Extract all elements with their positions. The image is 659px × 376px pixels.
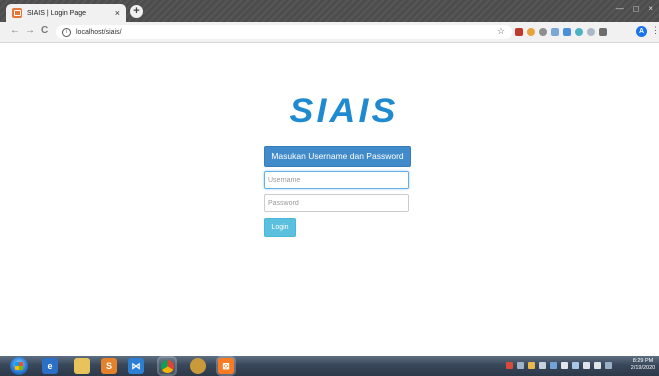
tray-app-icon[interactable] bbox=[539, 362, 546, 369]
extension-icon[interactable] bbox=[587, 28, 595, 36]
paint-icon[interactable] bbox=[190, 358, 206, 374]
tray-app-icon[interactable] bbox=[517, 362, 524, 369]
tray-app-icon[interactable] bbox=[561, 362, 568, 369]
tray-app-icon[interactable] bbox=[506, 362, 513, 369]
volume-icon[interactable] bbox=[594, 362, 601, 369]
extension-icon[interactable] bbox=[563, 28, 571, 36]
browser-tab-strip: SIAIS | Login Page × + — ◻ × bbox=[0, 0, 659, 22]
clock-time: 8:29 PM bbox=[632, 358, 654, 364]
close-window-icon[interactable]: × bbox=[648, 4, 653, 13]
system-tray bbox=[506, 362, 612, 369]
extension-icon[interactable] bbox=[575, 28, 583, 36]
tab-title: SIAIS | Login Page bbox=[27, 9, 87, 17]
chrome-icon[interactable] bbox=[159, 358, 175, 374]
network-icon[interactable] bbox=[572, 362, 579, 369]
vscode-icon[interactable]: ⋈ bbox=[128, 358, 144, 374]
tray-app-icon[interactable] bbox=[528, 362, 535, 369]
extension-icon[interactable] bbox=[539, 28, 547, 36]
new-tab-button[interactable]: + bbox=[130, 5, 143, 18]
back-icon[interactable]: ← bbox=[10, 25, 20, 36]
profile-avatar[interactable]: A bbox=[636, 26, 647, 37]
login-page: SIAIS Masukan Username dan Password Logi… bbox=[0, 43, 659, 356]
maximize-icon[interactable]: ◻ bbox=[633, 4, 640, 13]
browser-tab[interactable]: SIAIS | Login Page × bbox=[6, 4, 126, 22]
clock-date: 2/19/2020 bbox=[630, 365, 656, 371]
ie-icon[interactable]: e bbox=[42, 358, 58, 374]
windows-logo-icon bbox=[15, 362, 23, 370]
username-field[interactable] bbox=[264, 171, 409, 189]
minimize-icon[interactable]: — bbox=[616, 4, 624, 13]
login-button[interactable]: Login bbox=[264, 218, 296, 237]
reload-icon[interactable]: C bbox=[41, 25, 48, 36]
extension-icon[interactable] bbox=[515, 28, 523, 36]
start-button[interactable] bbox=[10, 357, 28, 375]
password-field[interactable] bbox=[264, 194, 409, 212]
flag-icon[interactable] bbox=[605, 362, 612, 369]
extension-icons bbox=[515, 28, 607, 36]
extension-icon[interactable] bbox=[527, 28, 535, 36]
xampp-icon[interactable]: ⊠ bbox=[218, 358, 234, 374]
siais-logo: SIAIS bbox=[289, 92, 399, 130]
sublime-icon[interactable]: S bbox=[101, 358, 117, 374]
battery-icon[interactable] bbox=[583, 362, 590, 369]
browser-toolbar: ← → C i localhost/siais/ ☆ A ⋮ bbox=[0, 22, 659, 43]
login-heading-button[interactable]: Masukan Username dan Password bbox=[264, 146, 411, 167]
window-controls: — ◻ × bbox=[616, 4, 653, 13]
taskbar: e S ⋈ ⊠ 8:29 PM 2/19/2020 bbox=[0, 356, 659, 376]
clock[interactable]: 8:29 PM 2/19/2020 bbox=[628, 358, 658, 372]
bookmark-star-icon[interactable]: ☆ bbox=[497, 26, 505, 37]
browser-menu-icon[interactable]: ⋮ bbox=[651, 25, 659, 36]
xampp-icon bbox=[12, 8, 22, 18]
tray-app-icon[interactable] bbox=[550, 362, 557, 369]
extension-puzzle-icon[interactable] bbox=[599, 28, 607, 36]
close-tab-icon[interactable]: × bbox=[115, 8, 120, 18]
extension-icon[interactable] bbox=[551, 28, 559, 36]
address-bar[interactable]: i localhost/siais/ ☆ bbox=[56, 25, 512, 39]
info-icon[interactable]: i bbox=[62, 27, 71, 37]
url-text[interactable]: localhost/siais/ bbox=[76, 29, 122, 36]
files-icon[interactable] bbox=[74, 358, 90, 374]
forward-icon[interactable]: → bbox=[25, 25, 35, 36]
